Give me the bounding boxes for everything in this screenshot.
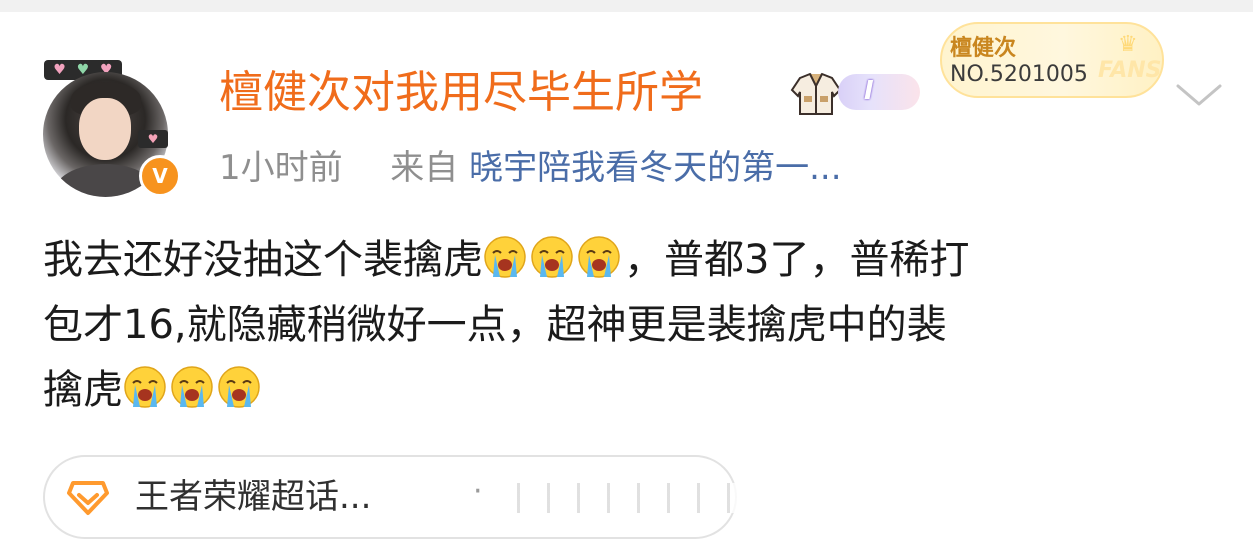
from-prefix: 来自: [390, 148, 459, 188]
topic-separator: ·: [473, 474, 483, 509]
crying-emoji-icon: [578, 236, 620, 278]
avatar-area[interactable]: ♥ ♥ ♥ ♥ V: [38, 60, 181, 200]
emoji-group: [483, 236, 624, 283]
crying-emoji-icon: [171, 366, 213, 408]
crying-emoji-icon: [484, 236, 526, 278]
diamond-topic-icon: [67, 481, 109, 515]
chevron-down-icon[interactable]: [1174, 80, 1224, 110]
fans-label: FANS: [1098, 58, 1162, 83]
post-text-line3: 擒虎: [43, 367, 123, 413]
username[interactable]: 檀健次对我用尽毕生所学: [219, 65, 703, 121]
verified-icon: V: [139, 155, 181, 197]
jacket-badge-icon: [790, 72, 842, 115]
crown-icon: ♛: [1118, 32, 1138, 57]
level-badge-label: I: [864, 76, 874, 106]
fans-card[interactable]: 檀健次 NO.5201005 ♛ FANS: [940, 22, 1164, 98]
post-text-line1-suffix: ，普都3了，普稀打: [624, 237, 970, 283]
blurred-text-decoration: [501, 483, 741, 513]
fans-name: 檀健次: [950, 36, 1017, 61]
emoji-group: [123, 366, 264, 413]
crying-emoji-icon: [531, 236, 573, 278]
post-text-line2: 包才16,就隐藏稍微好一点，超神更是裴擒虎中的裴: [43, 302, 947, 348]
source-link[interactable]: 晓宇陪我看冬天的第一...: [469, 148, 841, 188]
top-status-strip: [0, 0, 1253, 12]
heart-icon: ♥: [53, 62, 66, 78]
level-badge: I: [838, 74, 920, 110]
topic-pill[interactable]: 王者荣耀超话... ·: [43, 455, 741, 539]
post-time: 1小时前: [219, 148, 343, 188]
topic-label: 王者荣耀超话...: [135, 477, 372, 517]
crying-emoji-icon: [218, 366, 260, 408]
heart-badge-icon: ♥: [138, 130, 168, 148]
fans-number: NO.5201005: [950, 62, 1088, 87]
post-text-line1: 我去还好没抽这个裴擒虎: [43, 237, 483, 283]
crying-emoji-icon: [124, 366, 166, 408]
post-meta: 1小时前 来自 晓宇陪我看冬天的第一...: [219, 145, 842, 191]
post-content: 我去还好没抽这个裴擒虎 ，普都3了，普稀打 包才16,就隐藏稍微好一点，超神更是裴…: [43, 228, 1208, 423]
